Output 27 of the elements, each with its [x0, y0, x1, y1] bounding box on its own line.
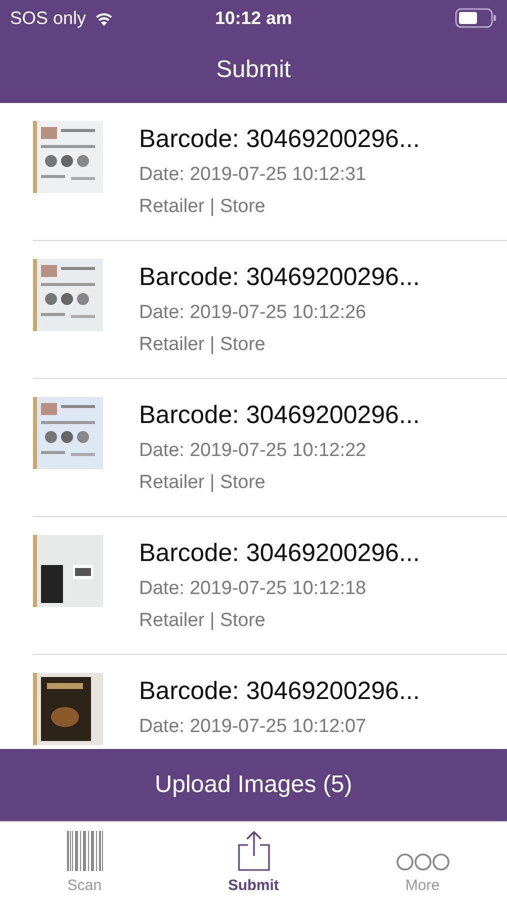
barcode-text: Barcode: 30469200296... [139, 125, 420, 154]
list-row[interactable]: Barcode: 30469200296... Date: 2019-07-25 10:12:31 Retailer | Store [33, 121, 507, 241]
retailer-text: Retailer | Store [139, 610, 266, 632]
screen-title: Submit [216, 56, 291, 84]
list-row[interactable]: Barcode: 30469200296... Date: 2019-07-25 10:12:26 Retailer | Store [33, 259, 507, 379]
list-row[interactable]: Barcode: 30469200296... Date: 2019-07-25 10:12:18 Retailer | Store [33, 535, 507, 655]
barcode-icon [64, 831, 104, 871]
date-text: Date: 2019-07-25 10:12:07 [139, 716, 368, 738]
more-icon [396, 853, 450, 871]
upload-button[interactable]: Upload Images (5) [0, 749, 507, 821]
retailer-text: Retailer | Store [139, 334, 266, 356]
barcode-text: Barcode: 30469200296... [139, 401, 420, 430]
date-text: Date: 2019-07-25 10:12:18 [139, 578, 368, 600]
carrier-label: SOS only [10, 8, 86, 28]
barcode-text: Barcode: 30469200296... [139, 263, 420, 292]
date-text: Date: 2019-07-25 10:12:22 [139, 440, 368, 462]
list-row[interactable]: Barcode: 30469200296... Date: 2019-07-25 10:12:22 Retailer | Store [33, 397, 507, 517]
share-icon [238, 831, 270, 871]
status-time: 10:12 am [214, 8, 292, 28]
wifi-icon [94, 10, 114, 26]
barcode-text: Barcode: 30469200296... [139, 539, 420, 568]
date-text: Date: 2019-07-25 10:12:31 [139, 164, 368, 186]
battery-icon [455, 8, 497, 28]
date-text: Date: 2019-07-25 10:12:26 [139, 302, 368, 324]
retailer-text: Retailer | Store [139, 472, 266, 494]
barcode-text: Barcode: 30469200296... [139, 677, 420, 706]
retailer-text: Retailer | Store [139, 196, 266, 218]
